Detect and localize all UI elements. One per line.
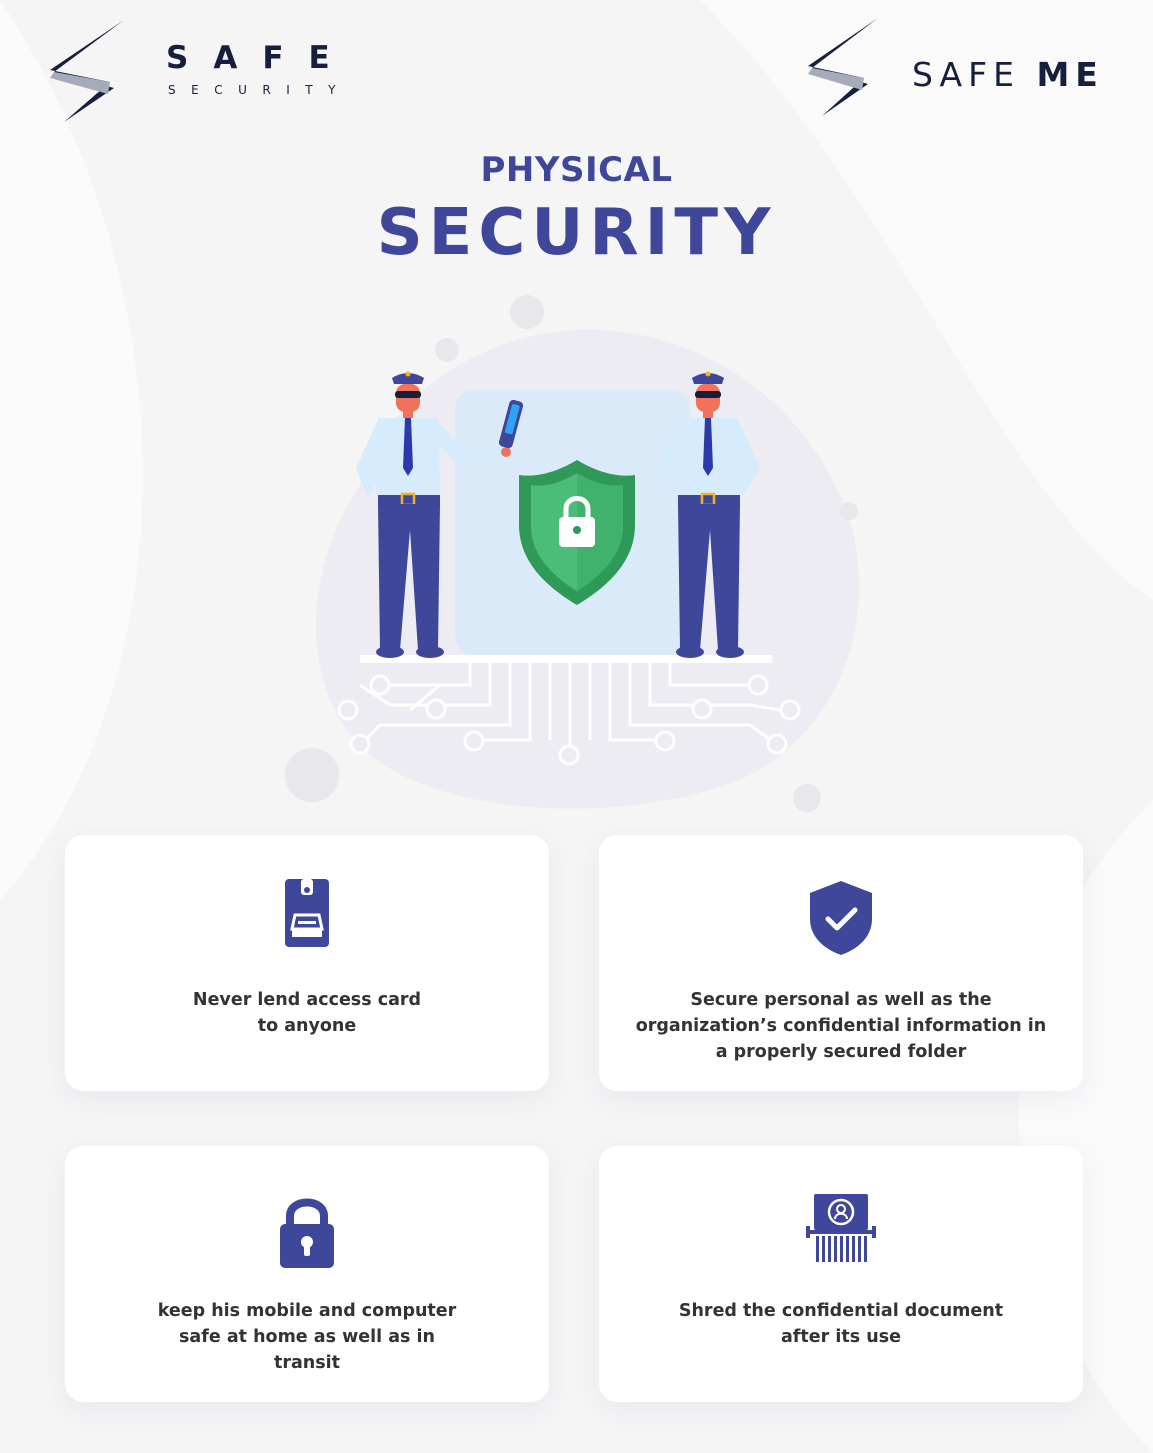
safe-security-logo: SAFE SECURITY <box>48 20 348 125</box>
card-3-line-2: safe at home as well as in <box>179 1327 435 1347</box>
logo-right-name-part1: SAFE <box>912 55 1020 94</box>
document-shredder-icon <box>806 1194 876 1262</box>
deco-bubble <box>510 295 544 329</box>
card-2-line-3: a properly secured folder <box>715 1042 967 1062</box>
safeme-logo: SAFE ME <box>806 18 1116 118</box>
shield-check-icon <box>810 881 872 955</box>
card-1-line-1: Never lend access card <box>192 990 422 1010</box>
card-4-line-2: after its use <box>781 1327 901 1347</box>
logo-mark-icon <box>50 20 124 122</box>
deco-bubble <box>793 784 821 812</box>
tip-card-access-card: Never lend access card to anyone <box>65 835 549 1091</box>
deco-bubble <box>435 338 459 362</box>
deco-bubble <box>285 748 339 802</box>
deco-bubble <box>840 502 858 520</box>
logo-left-name: SAFE <box>166 40 355 76</box>
padlock-icon <box>280 1198 334 1268</box>
card-4-line-1: Shred the confidential document <box>678 1301 1004 1321</box>
card-3-line-3: transit <box>273 1353 341 1373</box>
logo-left-tagline: SECURITY <box>168 83 351 97</box>
security-guards-illustration <box>285 295 860 812</box>
title-line-1: PHYSICAL <box>480 150 673 190</box>
card-2-text: Secure personal as well as the organizati… <box>629 987 1053 1065</box>
tip-card-shred-document: Shred the confidential document after its… <box>599 1146 1083 1402</box>
card-4-text: Shred the confidential document after its… <box>629 1298 1053 1350</box>
logo-mark-icon <box>808 18 878 116</box>
card-2-line-2: organization’s confidential information … <box>635 1016 1047 1036</box>
card-1-text: Never lend access card to anyone <box>95 987 519 1039</box>
card-2-line-1: Secure personal as well as the <box>690 990 992 1010</box>
card-3-text: keep his mobile and computer safe at home… <box>95 1298 519 1376</box>
logo-right-name-part2: ME <box>1036 55 1104 94</box>
title-line-2: SECURITY <box>376 196 777 270</box>
card-1-line-2: to anyone <box>257 1016 357 1036</box>
card-3-line-1: keep his mobile and computer <box>157 1301 457 1321</box>
access-card-icon <box>285 879 329 947</box>
logo-right-name: SAFE ME <box>912 55 1104 94</box>
tip-card-device-safety: keep his mobile and computer safe at home… <box>65 1146 549 1402</box>
tip-card-secure-folder: Secure personal as well as the organizati… <box>599 835 1083 1091</box>
